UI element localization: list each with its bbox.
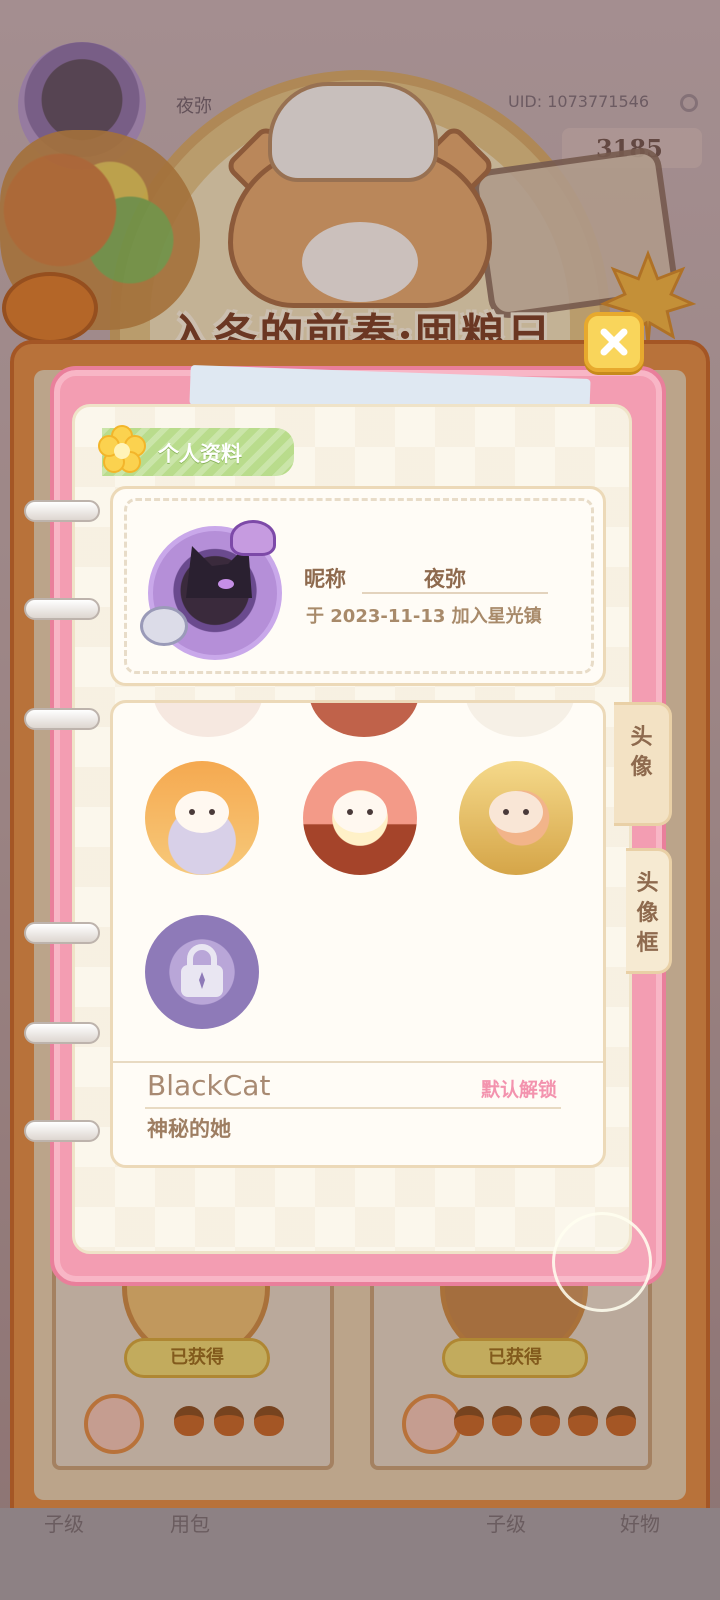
hamster-face bbox=[175, 791, 229, 833]
mushroom-icon bbox=[230, 520, 276, 556]
selected-item-name: BlackCat bbox=[147, 1069, 271, 1102]
unlock-method: 默认解锁 bbox=[481, 1079, 558, 1101]
avatar-option-partial[interactable] bbox=[465, 703, 575, 737]
avatar-selection-panel[interactable]: BlackCat 默认解锁 神秘的她 bbox=[110, 700, 606, 1168]
close-icon bbox=[600, 328, 628, 356]
nickname-underline bbox=[362, 592, 548, 594]
avatar-option[interactable] bbox=[303, 761, 417, 875]
panel-divider bbox=[113, 1061, 603, 1063]
avatar-option-locked[interactable] bbox=[145, 915, 259, 1029]
flower-icon bbox=[98, 425, 146, 473]
binder-ring bbox=[24, 1022, 100, 1044]
section-title: 个人资料 bbox=[158, 442, 242, 466]
nickname-label: 昵称 bbox=[304, 567, 346, 591]
tab-avatar-frame[interactable]: 头 像 框 bbox=[626, 848, 672, 974]
close-button[interactable] bbox=[584, 312, 644, 372]
selected-item-description: 神秘的她 bbox=[147, 1117, 231, 1141]
nickname-value[interactable]: 夜弥 bbox=[424, 563, 466, 593]
gray-pet-icon bbox=[140, 606, 188, 646]
binder-ring bbox=[24, 500, 100, 522]
avatar-option-partial[interactable] bbox=[153, 703, 263, 737]
hamster-face bbox=[333, 791, 387, 833]
binder-ring bbox=[24, 922, 100, 944]
tab-avatar[interactable]: 头 像 bbox=[614, 702, 672, 826]
lock-icon bbox=[181, 944, 223, 997]
binder-ring bbox=[24, 598, 100, 620]
join-date-text: 于 2023-11-13 加入星光镇 bbox=[306, 606, 542, 627]
item-underline bbox=[145, 1107, 561, 1109]
floating-action-circle[interactable] bbox=[552, 1212, 652, 1312]
binder-ring bbox=[24, 1120, 100, 1142]
avatar-option[interactable] bbox=[459, 761, 573, 875]
avatar-option[interactable] bbox=[145, 761, 259, 875]
hamster-face bbox=[489, 791, 543, 833]
avatar-option-partial[interactable] bbox=[309, 703, 419, 737]
binder-ring bbox=[24, 708, 100, 730]
